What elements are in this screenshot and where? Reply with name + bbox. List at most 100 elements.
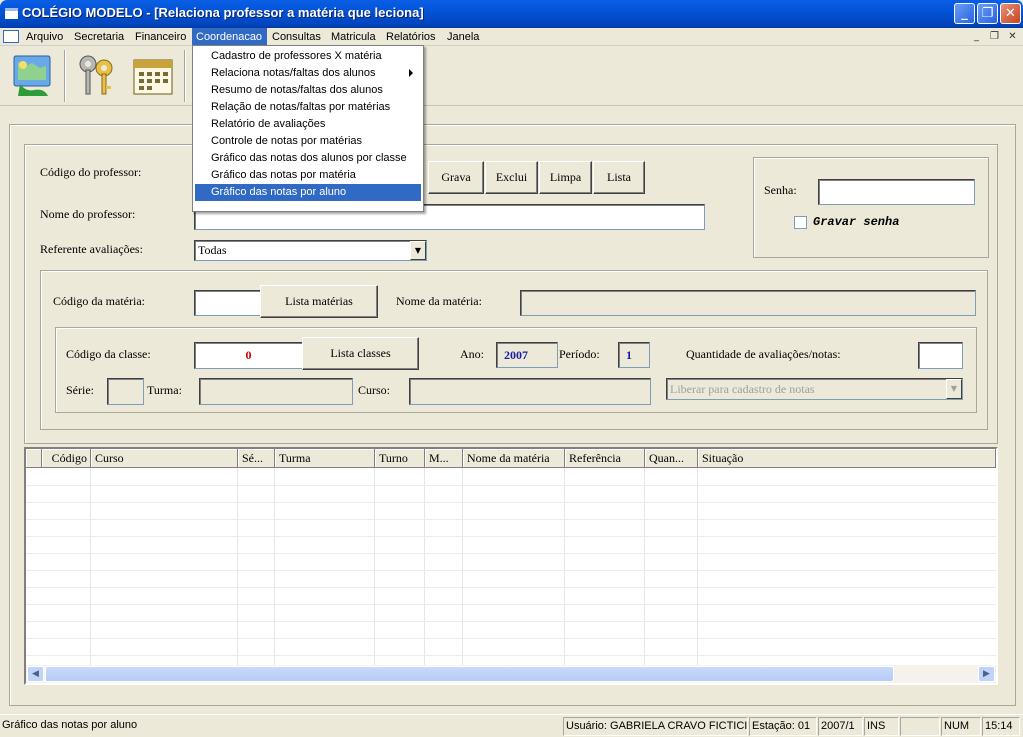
restore-button[interactable]: ❐: [977, 3, 998, 24]
column-header-curso[interactable]: Curso: [91, 449, 238, 468]
column-header-quantidade[interactable]: Quan...: [645, 449, 698, 468]
lista-classes-button[interactable]: Lista classes: [302, 337, 419, 370]
scroll-left-icon[interactable]: ◀: [27, 666, 44, 682]
window-title: COLÉGIO MODELO - [Relaciona professor a …: [22, 5, 424, 20]
nome-materia-label: Nome da matéria:: [396, 294, 482, 308]
menu-secretaria[interactable]: Secretaria: [70, 28, 128, 46]
menu-item-cadastro-professores[interactable]: Cadastro de professores X matéria: [195, 48, 421, 65]
menu-item-relaciona-notas[interactable]: Relaciona notas/faltas dos alunos: [195, 65, 421, 82]
column-header-nome-materia[interactable]: Nome da matéria: [463, 449, 565, 468]
menu-coordenacao[interactable]: Coordenacao: [192, 28, 267, 46]
mdi-close-icon[interactable]: ✕: [1005, 29, 1020, 44]
periodo-label: Período:: [559, 347, 600, 361]
menu-item-grafico-materia[interactable]: Gráfico das notas por matéria: [195, 167, 421, 184]
column-header-materia-codigo[interactable]: M...: [425, 449, 463, 468]
toolbar-separator: [64, 50, 66, 102]
curso-input: [409, 378, 651, 405]
users-map-icon[interactable]: [8, 50, 58, 100]
menu-item-relacao-notas[interactable]: Relação de notas/faltas por matérias: [195, 99, 421, 116]
column-header-turma[interactable]: Turma: [275, 449, 375, 468]
curso-label: Curso:: [358, 383, 391, 397]
minimize-button[interactable]: _: [954, 3, 975, 24]
mdi-restore-icon[interactable]: ❐: [987, 29, 1002, 44]
menu-relatorios[interactable]: Relatórios: [382, 28, 440, 46]
menu-item-controle-notas[interactable]: Controle de notas por matérias: [195, 133, 421, 150]
coordenacao-dropdown-menu: Cadastro de professores X matéria Relaci…: [192, 45, 424, 212]
grid-line: [26, 621, 996, 622]
column-header-turno[interactable]: Turno: [375, 449, 425, 468]
gravar-senha-label: Gravar senha: [813, 215, 900, 229]
toolbar: [0, 46, 1023, 106]
close-button[interactable]: ✕: [1000, 3, 1021, 24]
status-time: 15:14: [982, 717, 1020, 736]
grid-line: [26, 519, 996, 520]
liberar-cadastro-value: Liberar para cadastro de notas: [670, 382, 815, 396]
menu-consultas[interactable]: Consultas: [268, 28, 325, 46]
menu-janela[interactable]: Janela: [443, 28, 483, 46]
codigo-classe-value: 0: [245, 348, 252, 362]
nome-materia-input: [520, 290, 976, 316]
limpa-button[interactable]: Limpa: [539, 161, 592, 194]
periodo-value: 1: [618, 342, 650, 368]
menu-matricula[interactable]: Matricula: [327, 28, 380, 46]
column-header-situacao[interactable]: Situação: [698, 449, 996, 468]
status-usuario: Usuário: GABRIELA CRAVO FICTICIO: [563, 717, 748, 736]
senha-input[interactable]: [818, 179, 975, 205]
menu-item-grafico-classe[interactable]: Gráfico das notas dos alunos por classe: [195, 150, 421, 167]
grid-column: [375, 468, 425, 665]
grid-column: [645, 468, 698, 665]
liberar-cadastro-select: Liberar para cadastro de notas ▼: [666, 378, 963, 400]
nome-professor-label: Nome do professor:: [40, 207, 136, 221]
serie-label: Série:: [66, 383, 94, 397]
column-header-codigo[interactable]: Código: [42, 449, 91, 468]
status-num: NUM: [941, 717, 981, 736]
grid-column: [238, 468, 275, 665]
serie-input: [107, 378, 144, 405]
grid-line: [26, 638, 996, 639]
mdi-minimize-icon[interactable]: _: [969, 29, 984, 44]
app-icon: [5, 8, 18, 19]
scroll-right-icon[interactable]: ▶: [978, 666, 995, 682]
status-blank: [900, 717, 940, 736]
grava-button[interactable]: Grava: [428, 161, 484, 194]
results-grid[interactable]: Código Curso Sé... Turma Turno M... Nome…: [24, 447, 998, 685]
chevron-down-icon[interactable]: ▼: [410, 241, 426, 260]
grid-line: [26, 570, 996, 571]
horizontal-scrollbar[interactable]: ◀ ▶: [26, 665, 996, 683]
lista-materias-button[interactable]: Lista matérias: [260, 285, 378, 318]
codigo-classe-label: Código da classe:: [66, 347, 151, 361]
lista-button[interactable]: Lista: [593, 161, 645, 194]
codigo-materia-label: Código da matéria:: [53, 294, 145, 308]
menu-bar: Arquivo Secretaria Financeiro Coordenaca…: [0, 28, 1023, 46]
grid-column: [42, 468, 91, 665]
menu-financeiro[interactable]: Financeiro: [131, 28, 190, 46]
grid-column: [91, 468, 238, 665]
document-icon[interactable]: [3, 30, 19, 43]
grid-line: [26, 536, 996, 537]
keys-icon[interactable]: [72, 50, 122, 100]
column-header-serie[interactable]: Sé...: [238, 449, 275, 468]
referente-avaliacoes-label: Referente avaliações:: [40, 242, 143, 256]
menu-item-resumo-notas[interactable]: Resumo de notas/faltas dos alunos: [195, 82, 421, 99]
grid-line: [26, 604, 996, 605]
column-header-referencia[interactable]: Referência: [565, 449, 645, 468]
referente-avaliacoes-value: Todas: [198, 243, 227, 257]
codigo-professor-label: Código do professor:: [40, 165, 142, 179]
referente-avaliacoes-select[interactable]: Todas ▼: [194, 240, 427, 261]
title-bar[interactable]: COLÉGIO MODELO - [Relaciona professor a …: [0, 0, 1023, 28]
grid-column: [275, 468, 375, 665]
codigo-materia-input[interactable]: [194, 290, 261, 316]
calendar-icon[interactable]: [128, 50, 178, 100]
codigo-classe-input[interactable]: 0: [194, 342, 303, 369]
ano-label: Ano:: [460, 347, 484, 361]
menu-item-grafico-aluno[interactable]: Gráfico das notas por aluno: [195, 184, 421, 201]
menu-arquivo[interactable]: Arquivo: [22, 28, 67, 46]
exclui-button[interactable]: Exclui: [485, 161, 538, 194]
ano-value: 2007: [496, 342, 558, 368]
grid-line: [26, 502, 996, 503]
quantidade-avaliacoes-input[interactable]: [918, 342, 963, 369]
menu-item-relatorio-avaliacoes[interactable]: Relatório de avaliações: [195, 116, 421, 133]
status-bar: Gráfico das notas por aluno Usuário: GAB…: [0, 714, 1023, 737]
gravar-senha-checkbox[interactable]: [794, 216, 807, 229]
scrollbar-thumb[interactable]: [45, 666, 894, 682]
